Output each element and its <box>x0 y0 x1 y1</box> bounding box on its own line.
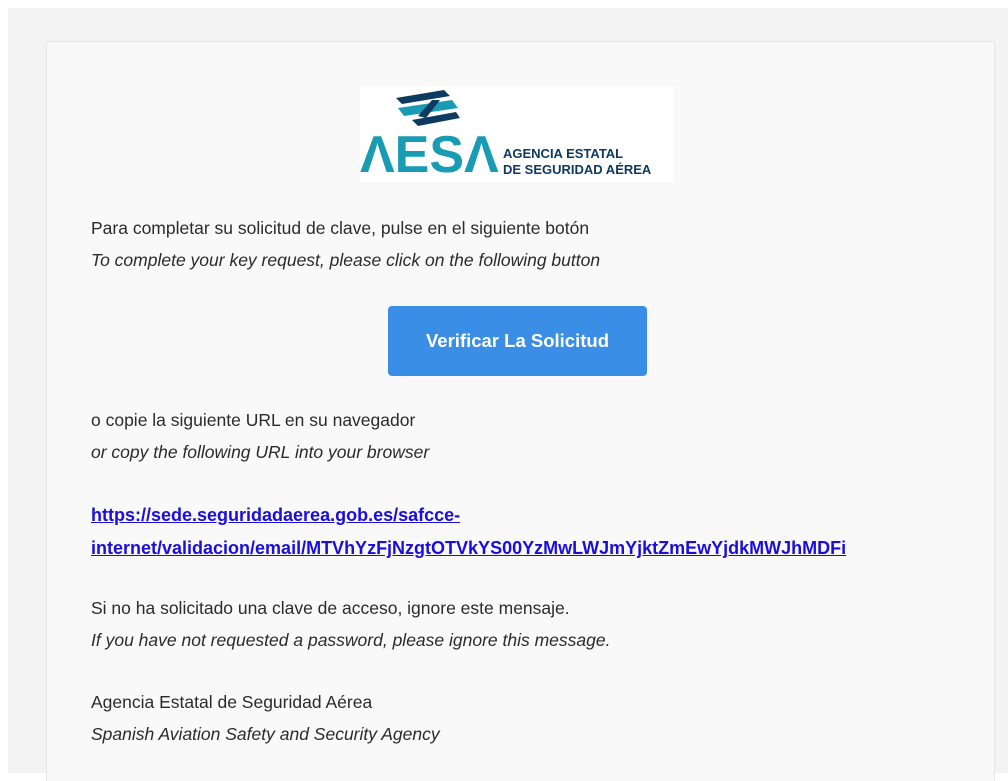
logo-letters: ΛESΛ <box>360 126 499 182</box>
email-card: ΛESΛ AGENCIA ESTATAL DE SEGURIDAD AÉREA … <box>46 41 995 781</box>
logo-line1: AGENCIA ESTATAL <box>503 146 623 161</box>
intro-text-en: To complete your key request, please cli… <box>91 250 601 270</box>
aircraft-mark-icon <box>396 90 460 126</box>
ignore-text-es: Si no ha solicitado una clave de acceso,… <box>91 598 570 618</box>
ignore-paragraph: Si no ha solicitado una clave de acceso,… <box>91 592 610 656</box>
signature-text-en: Spanish Aviation Safety and Security Age… <box>91 724 440 744</box>
intro-paragraph: Para completar su solicitud de clave, pu… <box>91 212 600 276</box>
intro-text-es: Para completar su solicitud de clave, pu… <box>91 218 590 238</box>
verification-url-link[interactable]: https://sede.seguridadaerea.gob.es/safcc… <box>91 499 846 565</box>
email-viewport: ΛESΛ AGENCIA ESTATAL DE SEGURIDAD AÉREA … <box>8 8 1008 781</box>
aesa-logo-graphic: ΛESΛ AGENCIA ESTATAL DE SEGURIDAD AÉREA <box>360 90 652 182</box>
ignore-text-en: If you have not requested a password, pl… <box>91 630 611 650</box>
signature-paragraph: Agencia Estatal de Seguridad Aérea Spani… <box>91 686 440 750</box>
url-line2: internet/validacion/email/MTVhYzFjNzgtOT… <box>91 538 847 558</box>
url-line1: https://sede.seguridadaerea.gob.es/safcc… <box>91 505 461 525</box>
verify-request-button[interactable]: Verificar La Solicitud <box>388 306 647 376</box>
signature-text-es: Agencia Estatal de Seguridad Aérea <box>91 692 373 712</box>
copy-url-text-es: o copie la siguiente URL en su navegador <box>91 410 416 430</box>
aesa-logo: ΛESΛ AGENCIA ESTATAL DE SEGURIDAD AÉREA <box>360 86 674 182</box>
copy-url-text-en: or copy the following URL into your brow… <box>91 442 430 462</box>
copy-url-paragraph: o copie la siguiente URL en su navegador… <box>91 404 429 468</box>
logo-line2: DE SEGURIDAD AÉREA <box>503 162 652 177</box>
